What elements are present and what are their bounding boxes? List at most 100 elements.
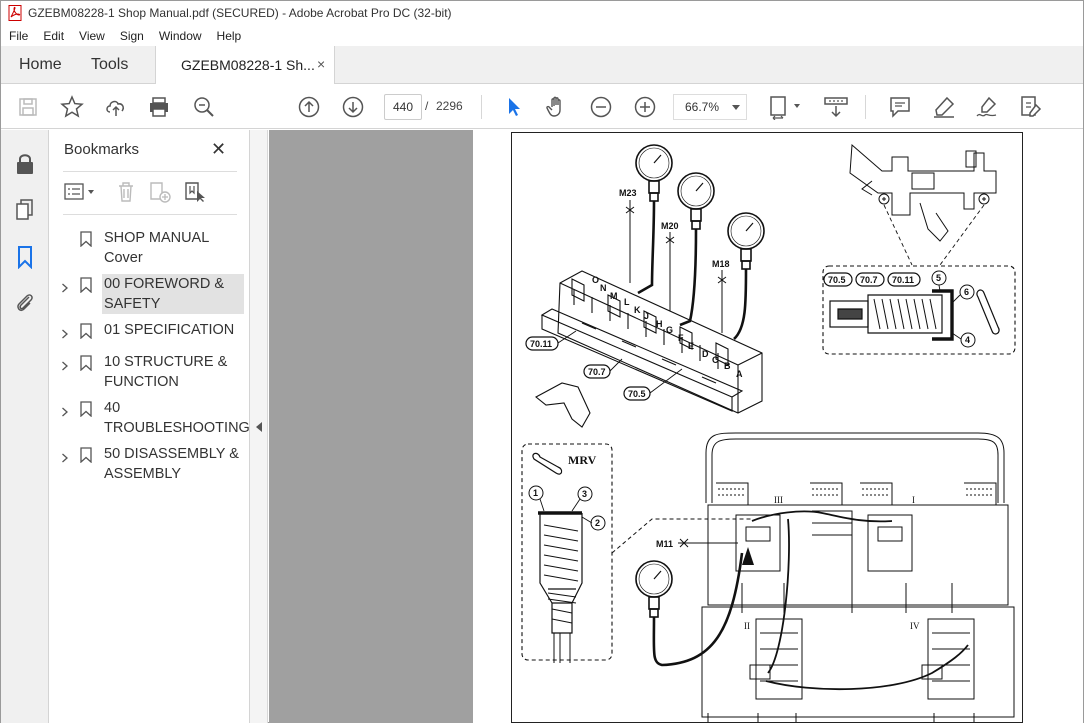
menu-window[interactable]: Window [151,29,209,43]
svg-text:70.11: 70.11 [892,275,914,285]
chevron-right-icon[interactable] [61,403,69,417]
svg-text:K: K [634,305,641,315]
bookmark-label: 00 FOREWORD & SAFETY [102,274,244,314]
svg-text:L: L [624,297,630,307]
svg-text:III: III [774,495,783,505]
delete-bookmark-icon[interactable] [116,180,136,204]
menu-help[interactable]: Help [209,29,249,43]
chevron-right-icon[interactable] [61,357,69,371]
hose [679,228,698,327]
page-fit-icon[interactable] [766,94,806,120]
menu-view[interactable]: View [71,29,112,43]
svg-text:70.7: 70.7 [588,367,606,377]
zoom-search-icon[interactable] [191,94,217,120]
upload-icon[interactable] [103,94,129,120]
sign-icon[interactable] [974,94,1000,120]
bookmark-icon [80,401,92,418]
scroll-mode-icon[interactable] [823,94,849,120]
bookmarks-panel-icon[interactable] [13,245,37,269]
svg-text:70.5: 70.5 [628,389,646,399]
chevron-down-icon [732,105,740,110]
svg-text:E: E [688,341,694,351]
bookmark-label: SHOP MANUAL Cover [104,230,209,266]
menu-sign[interactable]: Sign [112,29,151,43]
bookmark-item[interactable]: 01 SPECIFICATION [49,320,249,340]
tab-close-icon[interactable]: × [317,56,325,72]
test-point-marker [717,270,727,333]
window-title: GZEBM08228-1 Shop Manual.pdf (SECURED) -… [28,6,452,20]
select-arrow-icon[interactable] [501,94,527,120]
zoom-value: 66.7% [685,100,720,114]
label-m20: M20 [661,221,679,231]
page-number-input[interactable]: 440 [384,94,422,120]
callout-70-7b: 70.7 [855,272,885,287]
chevron-right-icon[interactable] [61,279,69,293]
bookmark-label: 01 SPECIFICATION [104,322,235,338]
divider [63,171,237,172]
svg-text:N: N [600,283,607,293]
gauge-m23 [635,144,673,202]
pages-icon[interactable] [13,198,37,222]
document-viewer[interactable]: M23 M20 M18 O N M L K J H G F E D C B A … [269,130,1083,723]
bookmark-from-selection-icon[interactable] [184,180,206,204]
label-mrv: MRV [568,453,597,467]
gauge-m20 [677,172,715,230]
chevron-right-icon[interactable] [61,325,69,339]
left-navigation-rail [1,130,49,723]
page-up-icon[interactable] [296,94,322,120]
close-icon[interactable]: ✕ [211,139,226,160]
svg-text:I: I [912,495,915,505]
hose [637,200,656,295]
print-icon[interactable] [146,94,172,120]
tab-home[interactable]: Home [19,56,62,74]
hand-icon[interactable] [544,94,570,120]
acrobat-icon [8,5,22,21]
callout-1: 1 [528,485,544,501]
chevron-right-icon[interactable] [61,449,69,463]
callout-2: 2 [590,515,606,531]
svg-text:H: H [656,319,663,329]
zoom-out-icon[interactable] [588,94,614,120]
tab-tools[interactable]: Tools [91,56,128,74]
bookmark-item[interactable]: 50 DISASSEMBLY & ASSEMBLY [49,444,249,484]
svg-text:70.7: 70.7 [860,275,878,285]
zoom-in-icon[interactable] [632,94,658,120]
panel-splitter[interactable] [250,130,268,723]
bookmark-star-icon[interactable] [59,94,85,120]
comment-icon[interactable] [887,94,913,120]
page-down-icon[interactable] [340,94,366,120]
save-icon[interactable] [15,94,41,120]
highlight-icon[interactable] [931,94,957,120]
collapse-panel-icon[interactable] [256,422,262,432]
menu-file[interactable]: File [1,29,35,43]
bookmark-item[interactable]: SHOP MANUAL Cover [49,228,249,268]
bookmark-item[interactable]: 40 TROUBLESHOOTING [49,398,250,438]
detail-leader [611,518,752,554]
valve-letters: O N M L K J H G F E D C B A [592,275,743,379]
bookmark-item[interactable]: 10 STRUCTURE & FUNCTION [49,352,249,392]
tab-document[interactable]: GZEBM08228-1 Sh... × [155,46,335,84]
bookmarks-panel: Bookmarks ✕ SHOP MANUAL Cover 00 FOREWOR… [49,130,250,723]
vertical-scrollbar[interactable] [1065,130,1083,723]
bookmark-item[interactable]: 00 FOREWORD & SAFETY [49,274,249,314]
svg-text:5: 5 [936,273,941,283]
test-point-marker [625,200,635,283]
label-m11: M11 [656,539,673,549]
svg-text:1: 1 [533,488,538,498]
pdf-page: M23 M20 M18 O N M L K J H G F E D C B A … [511,132,1023,723]
callout-70-11b: 70.11 [887,272,921,287]
edit-pdf-icon[interactable] [1017,94,1043,120]
toolbar-divider [865,95,866,119]
callout-3: 3 [577,486,593,502]
attachments-icon[interactable] [13,290,37,314]
bookmark-options-icon[interactable] [64,180,98,204]
mrv-valve [538,511,583,663]
new-bookmark-icon[interactable] [149,180,171,204]
lock-icon[interactable] [13,152,37,176]
svg-text:C: C [712,355,719,365]
menu-edit[interactable]: Edit [35,29,71,43]
bookmarks-title: Bookmarks [64,141,140,158]
zoom-select[interactable]: 66.7% [673,94,747,120]
mrv-detail-box [521,443,613,661]
leader-lines [557,330,683,394]
